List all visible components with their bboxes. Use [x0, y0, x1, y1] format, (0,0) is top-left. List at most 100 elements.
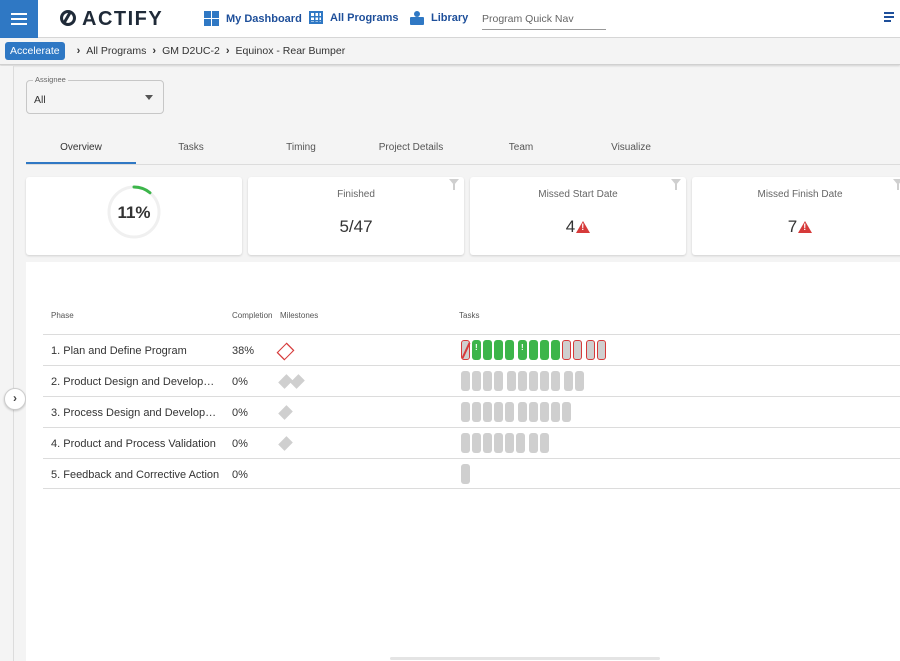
task-pending-icon[interactable]: [505, 433, 514, 453]
task-pending-icon[interactable]: [472, 402, 481, 422]
program-quick-nav-input[interactable]: Program Quick Nav: [482, 10, 606, 30]
table-row[interactable]: 5. Feedback and Corrective Action 0%: [43, 458, 900, 489]
tab-visualize[interactable]: Visualize: [576, 142, 686, 153]
missed-start-card[interactable]: Missed Start Date 4: [470, 177, 686, 255]
filter-icon[interactable]: [893, 179, 900, 190]
task-done-icon[interactable]: [483, 340, 492, 360]
tab-timing[interactable]: Timing: [246, 142, 356, 153]
task-bars: [461, 433, 551, 453]
task-done-icon[interactable]: [494, 340, 503, 360]
task-pending-icon[interactable]: [483, 371, 492, 391]
finished-card[interactable]: Finished 5/47: [248, 177, 464, 255]
table-row[interactable]: 4. Product and Process Validation 0%: [43, 427, 900, 458]
milestone-diamond-icon[interactable]: [281, 406, 289, 419]
task-pending-icon[interactable]: [562, 402, 571, 422]
task-pending-icon[interactable]: [540, 371, 549, 391]
task-pending-icon[interactable]: [494, 402, 503, 422]
task-pending-icon[interactable]: [507, 371, 516, 391]
task-pending-icon[interactable]: [516, 433, 525, 453]
task-late-icon[interactable]: [573, 340, 582, 360]
milestone-diamond-icon[interactable]: [293, 375, 301, 388]
caret-down-icon: [145, 95, 153, 100]
task-pending-icon[interactable]: [472, 433, 481, 453]
phase-completion: 0%: [232, 438, 248, 450]
task-late-icon[interactable]: [562, 340, 571, 360]
task-done-icon[interactable]: [505, 340, 514, 360]
task-done-icon[interactable]: [518, 340, 527, 360]
tab-team[interactable]: Team: [466, 142, 576, 153]
task-pending-icon[interactable]: [494, 371, 503, 391]
table-row[interactable]: 3. Process Design and Development 0%: [43, 396, 900, 427]
horizontal-scrollbar[interactable]: [390, 657, 660, 660]
table-row[interactable]: 2. Product Design and Development 0%: [43, 365, 900, 396]
phase-name[interactable]: 3. Process Design and Development: [51, 407, 223, 419]
tab-overview[interactable]: Overview: [26, 142, 136, 153]
table-row[interactable]: 1. Plan and Define Program 38%: [43, 334, 900, 365]
milestones: [281, 437, 289, 450]
task-late-icon[interactable]: [586, 340, 595, 360]
all-programs-label: All Programs: [330, 11, 399, 24]
task-pending-icon[interactable]: [518, 402, 527, 422]
task-bars: [461, 402, 573, 422]
task-done-icon[interactable]: [472, 340, 481, 360]
library-label: Library: [431, 12, 469, 24]
task-pending-icon[interactable]: [540, 433, 549, 453]
progress-percent: 11%: [117, 203, 151, 222]
breadcrumb-project: Equinox - Rear Bumper: [235, 45, 346, 57]
my-dashboard-link[interactable]: My Dashboard: [204, 11, 302, 26]
task-pending-icon[interactable]: [505, 402, 514, 422]
task-pending-icon[interactable]: [483, 433, 492, 453]
milestone-diamond-icon[interactable]: [281, 437, 289, 450]
task-done-icon[interactable]: [540, 340, 549, 360]
task-pending-icon[interactable]: [529, 371, 538, 391]
accelerate-badge[interactable]: Accelerate: [5, 42, 65, 60]
task-pending-icon[interactable]: [575, 371, 584, 391]
missed-finish-card[interactable]: Missed Finish Date 7: [692, 177, 900, 255]
app-logo[interactable]: ACTIFY: [60, 8, 163, 31]
header-milestones: Milestones: [280, 311, 319, 320]
task-pending-icon[interactable]: [529, 433, 538, 453]
assignee-value: All: [34, 94, 46, 106]
expand-sidebar-button[interactable]: ›: [4, 388, 26, 410]
tab-project-details[interactable]: Project Details: [356, 142, 466, 153]
hamburger-menu-button[interactable]: [0, 0, 38, 38]
task-pending-icon[interactable]: [529, 402, 538, 422]
tab-tasks[interactable]: Tasks: [136, 142, 246, 153]
task-pending-icon[interactable]: [494, 433, 503, 453]
task-pending-icon[interactable]: [461, 371, 470, 391]
library-link[interactable]: Library: [410, 11, 468, 25]
filter-icon[interactable]: [671, 179, 681, 190]
filter-icon[interactable]: [449, 179, 459, 190]
task-late-icon[interactable]: [461, 340, 470, 360]
phase-name[interactable]: 2. Product Design and Development: [51, 376, 223, 388]
task-done-icon[interactable]: [529, 340, 538, 360]
all-programs-link[interactable]: All Programs: [309, 11, 398, 24]
task-pending-icon[interactable]: [461, 402, 470, 422]
milestone-diamond-icon[interactable]: [281, 375, 289, 388]
task-pending-icon[interactable]: [551, 371, 560, 391]
assignee-select[interactable]: Assignee All: [26, 75, 164, 114]
task-pending-icon[interactable]: [472, 371, 481, 391]
task-pending-icon[interactable]: [518, 371, 527, 391]
task-bars: [461, 464, 472, 484]
phase-name[interactable]: 1. Plan and Define Program: [51, 345, 223, 357]
phase-name[interactable]: 4. Product and Process Validation: [51, 438, 223, 450]
breadcrumb-all-programs[interactable]: All Programs: [86, 45, 146, 57]
missed-finish-label: Missed Finish Date: [757, 189, 843, 200]
active-tab-indicator: [26, 162, 136, 164]
task-pending-icon[interactable]: [564, 371, 573, 391]
task-pending-icon[interactable]: [551, 402, 560, 422]
task-late-icon[interactable]: [597, 340, 606, 360]
add-to-list-icon[interactable]: [884, 12, 898, 24]
missed-start-value-wrap: 4: [470, 217, 686, 237]
task-pending-icon[interactable]: [461, 464, 470, 484]
milestone-diamond-icon[interactable]: [281, 344, 289, 357]
task-pending-icon[interactable]: [483, 402, 492, 422]
task-bars: [461, 340, 608, 360]
phase-name[interactable]: 5. Feedback and Corrective Action: [51, 469, 223, 481]
breadcrumb-program[interactable]: GM D2UC-2: [162, 45, 220, 57]
task-pending-icon[interactable]: [540, 402, 549, 422]
task-pending-icon[interactable]: [461, 433, 470, 453]
missed-start-label: Missed Start Date: [538, 189, 618, 200]
task-done-icon[interactable]: [551, 340, 560, 360]
